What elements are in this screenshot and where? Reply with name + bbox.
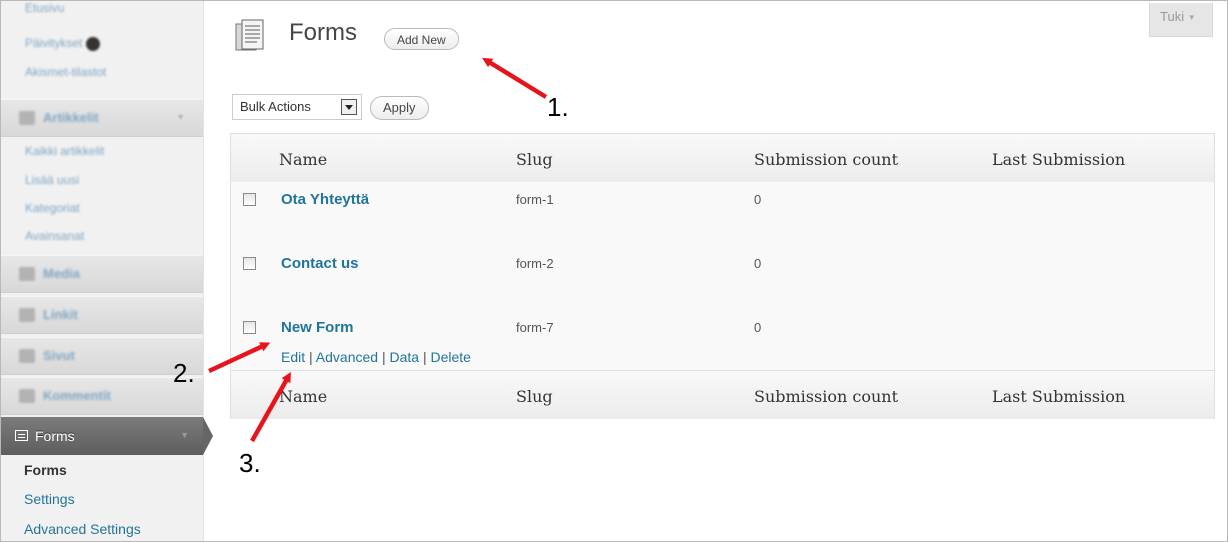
sidebar-menu-forms[interactable]: Forms ▼ xyxy=(1,417,213,455)
sidebar-link-all-posts[interactable]: Kaikki artikkelit xyxy=(25,144,104,158)
bulk-actions-select[interactable]: Bulk Actions xyxy=(232,94,362,120)
apply-button[interactable]: Apply xyxy=(370,96,429,120)
page-title: Forms xyxy=(289,19,357,46)
table-header: Name Slug Submission count Last Submissi… xyxy=(231,134,1214,183)
annotation-label-3: 3. xyxy=(239,448,261,478)
annotation-arrow-1 xyxy=(482,57,548,99)
row-checkbox[interactable] xyxy=(243,257,256,270)
sidebar-link-akismet[interactable]: Akismet-tilastot xyxy=(25,65,106,79)
sidebar-menu-posts-label: Artikkelit xyxy=(43,110,99,125)
sidebar-link-updates-label: Päivitykset xyxy=(25,36,83,50)
sidebar-menu-media[interactable]: Media xyxy=(1,255,203,293)
sidebar-link-dashboard[interactable]: Etusivu xyxy=(25,1,64,15)
action-separator: | xyxy=(422,349,427,365)
chevron-down-icon: ▼ xyxy=(176,112,185,122)
bulk-actions-value: Bulk Actions xyxy=(240,99,311,114)
admin-sidebar: Etusivu Päivitykset Akismet-tilastot Art… xyxy=(1,1,213,541)
column-header-submission-count[interactable]: Submission count xyxy=(754,150,898,169)
forms-table: Name Slug Submission count Last Submissi… xyxy=(230,133,1215,419)
column-footer-slug[interactable]: Slug xyxy=(516,387,553,406)
sidebar-link-add-post[interactable]: Lisää uusi xyxy=(25,173,79,187)
column-footer-last-submission[interactable]: Last Submission xyxy=(992,387,1125,406)
action-separator: | xyxy=(309,349,313,365)
add-new-button[interactable]: Add New xyxy=(384,28,459,50)
action-separator: | xyxy=(381,349,386,365)
help-tab-label: Tuki xyxy=(1160,9,1185,24)
sidebar-menu-links[interactable]: Linkit xyxy=(1,296,203,334)
column-header-name[interactable]: Name xyxy=(279,150,327,169)
form-slug: form-1 xyxy=(516,192,554,207)
submenu-advanced-settings[interactable]: Advanced Settings xyxy=(24,521,141,537)
screenshot-frame: Etusivu Päivitykset Akismet-tilastot Art… xyxy=(0,0,1228,542)
link-icon xyxy=(19,308,35,322)
forms-page-icon xyxy=(235,19,264,51)
column-footer-name[interactable]: Name xyxy=(279,387,327,406)
sidebar-menu-posts[interactable]: Artikkelit ▼ xyxy=(1,99,203,137)
form-submission-count: 0 xyxy=(754,320,762,335)
form-slug: form-2 xyxy=(516,256,554,271)
column-header-slug[interactable]: Slug xyxy=(516,150,553,169)
update-count-badge xyxy=(86,36,101,51)
row-checkbox[interactable] xyxy=(243,193,256,206)
column-footer-submission-count[interactable]: Submission count xyxy=(754,387,898,406)
sidebar-menu-media-label: Media xyxy=(43,266,80,281)
table-footer: Name Slug Submission count Last Submissi… xyxy=(231,370,1214,419)
media-icon xyxy=(19,267,35,281)
form-slug: form-7 xyxy=(516,320,554,335)
form-name-link[interactable]: Contact us xyxy=(281,255,359,272)
sidebar-menu-links-label: Linkit xyxy=(43,307,78,322)
data-link[interactable]: Data xyxy=(389,349,419,365)
advanced-link[interactable]: Advanced xyxy=(316,349,378,365)
form-submission-count: 0 xyxy=(754,256,762,271)
column-header-last-submission[interactable]: Last Submission xyxy=(992,150,1125,169)
submenu-settings[interactable]: Settings xyxy=(24,491,75,507)
sidebar-link-updates[interactable]: Päivitykset xyxy=(25,36,101,51)
form-name-link[interactable]: Ota Yhteyttä xyxy=(281,191,369,208)
forms-icon xyxy=(15,430,28,441)
form-submission-count: 0 xyxy=(754,192,762,207)
form-name-link[interactable]: New Form xyxy=(281,319,354,336)
sidebar-menu-pages-label: Sivut xyxy=(43,348,75,363)
dropdown-arrow-icon[interactable] xyxy=(341,99,357,115)
sidebar-link-tags[interactable]: Avainsanat xyxy=(25,229,84,243)
sidebar-menu-comments-label: Kommentit xyxy=(43,388,111,403)
submenu-forms[interactable]: Forms xyxy=(24,462,67,478)
table-row: New Form form-7 0 Edit | Advanced | Data… xyxy=(231,310,1214,370)
edit-link[interactable]: Edit xyxy=(281,349,305,365)
row-checkbox[interactable] xyxy=(243,321,256,334)
delete-link[interactable]: Delete xyxy=(430,349,470,365)
row-actions: Edit | Advanced | Data | Delete xyxy=(281,349,471,365)
pin-icon xyxy=(19,111,35,125)
comment-icon xyxy=(19,389,35,403)
help-tab[interactable]: Tuki ▼ xyxy=(1149,3,1213,37)
chevron-down-icon: ▼ xyxy=(1187,13,1196,23)
table-row: Ota Yhteyttä form-1 0 xyxy=(231,182,1214,247)
sidebar-menu-forms-label: Forms xyxy=(35,428,75,444)
sidebar-link-categories[interactable]: Kategoriat xyxy=(25,201,80,215)
annotation-label-2: 2. xyxy=(173,358,195,388)
chevron-down-icon: ▼ xyxy=(180,430,189,440)
table-row: Contact us form-2 0 xyxy=(231,246,1214,311)
pages-icon xyxy=(19,349,35,363)
annotation-label-1: 1. xyxy=(547,92,569,122)
